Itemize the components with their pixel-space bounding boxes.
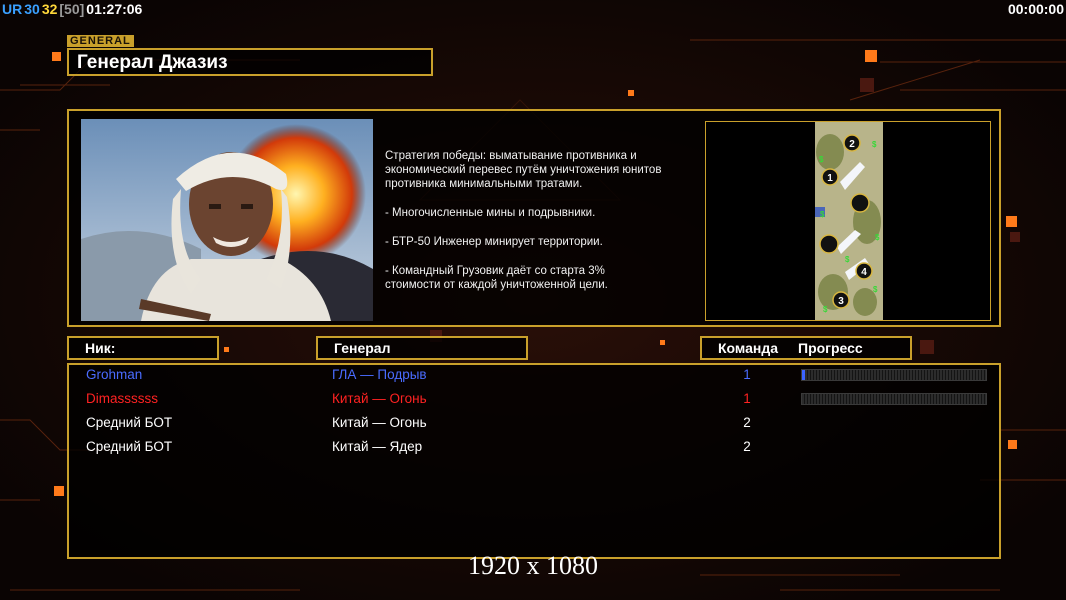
fps-cap: [50]: [59, 1, 85, 17]
description-point-2: - БТР-50 Инженер минирует территории.: [385, 236, 603, 248]
svg-text:$: $: [845, 255, 850, 264]
player-row: Средний БОТ Китай — Огонь 2: [69, 415, 999, 437]
game-timer: 00:00:00: [1007, 1, 1064, 17]
column-header-general: Генерал: [316, 336, 528, 360]
player-row: Средний БОТ Китай — Ядер 2: [69, 439, 999, 461]
general-description: Стратегия победы: выматывание противника…: [385, 149, 705, 307]
minimap: 2 1 4 3 $ $ $ $ $ $ $: [815, 122, 883, 320]
player-nick: Средний БОТ: [86, 415, 173, 430]
spawn-label-1: 1: [827, 173, 833, 184]
svg-text:$: $: [823, 305, 828, 314]
player-general: Китай — Ядер: [332, 439, 423, 454]
general-title: Генерал Джазиз: [67, 48, 433, 76]
player-progress-fill: [802, 370, 805, 380]
description-point-3: - Командный Грузовик даёт со старта 3% с…: [385, 265, 608, 291]
fps-value: 30: [24, 1, 40, 17]
svg-text:$: $: [819, 155, 824, 164]
player-row: Grohman ГЛА — Подрыв 1: [69, 367, 999, 389]
general-info-panel: Стратегия победы: выматывание противника…: [67, 109, 1001, 327]
player-general: Китай — Огонь: [332, 391, 427, 406]
resolution-note: 1920 x 1080: [468, 551, 598, 580]
player-general: Китай — Огонь: [332, 415, 427, 430]
player-row: Dimassssss Китай — Огонь 1: [69, 391, 999, 413]
clock: 01:27:06: [86, 1, 143, 17]
player-general: ГЛА — Подрыв: [332, 367, 427, 382]
description-point-1: - Многочисленные мины и подрывники.: [385, 207, 596, 219]
player-nick: Grohman: [86, 367, 143, 382]
player-team: 1: [743, 367, 751, 382]
svg-text:$: $: [872, 140, 877, 149]
spawn-label-4: 4: [861, 267, 867, 278]
svg-text:$: $: [820, 210, 825, 219]
players-panel: Grohman ГЛА — Подрыв 1 Dimassssss Китай — Ог…: [67, 363, 1001, 559]
column-header-nick: Ник:: [67, 336, 219, 360]
spawn-label-2: 2: [849, 139, 855, 150]
fps-value-2: 32: [41, 1, 58, 17]
fps-counter: UR 30 32 [50] 01:27:06: [2, 1, 144, 17]
svg-text:$: $: [873, 285, 878, 294]
spawn-label-3: 3: [838, 296, 844, 307]
player-progress-bar: [801, 369, 987, 381]
player-team: 2: [743, 439, 751, 454]
player-nick: Средний БОТ: [86, 439, 173, 454]
player-nick: Dimassssss: [86, 391, 159, 406]
player-team: 2: [743, 415, 751, 430]
svg-text:$: $: [875, 233, 880, 242]
player-progress-bar: [801, 393, 987, 405]
general-tag: GENERAL: [67, 35, 134, 47]
general-portrait: [81, 119, 373, 321]
column-header-team-progress: Команда Прогресс: [700, 336, 912, 360]
column-header-progress: Прогресс: [798, 340, 863, 356]
player-team: 1: [743, 391, 751, 406]
description-strategy: Стратегия победы: выматывание противника…: [385, 150, 662, 190]
column-header-team: Команда: [718, 340, 778, 356]
ur-label: UR: [2, 1, 23, 17]
map-preview: 2 1 4 3 $ $ $ $ $ $ $: [705, 121, 991, 321]
